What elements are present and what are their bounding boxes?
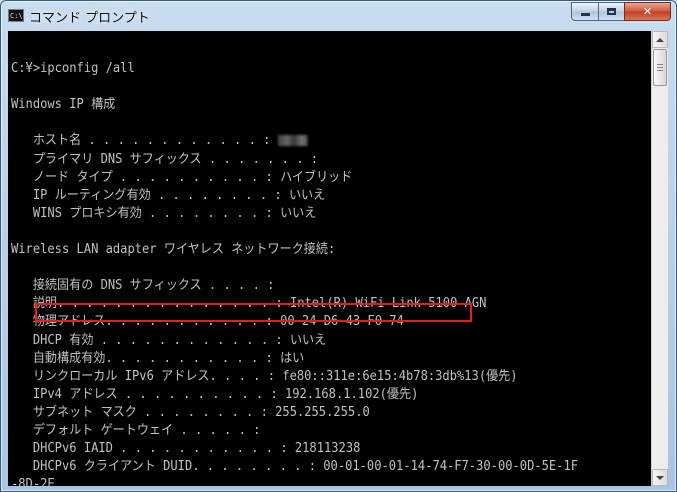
- scrollbar-thumb[interactable]: [653, 49, 667, 86]
- title-bar[interactable]: C:\ コマンド プロンプト ✕: [1, 1, 676, 31]
- console-line: ノード タイプ . . . . . . . . . . : ハイブリッド: [11, 169, 578, 187]
- close-button[interactable]: ✕: [624, 2, 671, 21]
- arrow-up-icon: [656, 37, 664, 42]
- maximize-icon: [607, 8, 616, 15]
- console-line-text: WINS プロキシ有効 . . . . . . . . : いいえ: [11, 205, 317, 221]
- console-line: Wireless LAN adapter ワイヤレス ネットワーク接続:: [11, 241, 578, 259]
- console-line-text: IP ルーティング有効 . . . . . . . . : いいえ: [11, 187, 326, 203]
- console-line: 自動構成有効. . . . . . . . . . . : はい: [11, 350, 578, 368]
- grip-line: [657, 64, 663, 65]
- console-line: DHCPv6 IAID . . . . . . . . . . . : 2181…: [11, 440, 578, 458]
- console-line-text: DHCP 有効 . . . . . . . . . . . . : いいえ: [11, 332, 327, 348]
- scroll-up-button[interactable]: [652, 31, 668, 48]
- console-line: デフォルト ゲートウェイ . . . . . :: [11, 422, 578, 440]
- console-line: DHCPv6 クライアント DUID. . . . . . . . : 00-0…: [11, 458, 578, 476]
- grip-line: [657, 67, 663, 68]
- minimize-button[interactable]: [571, 2, 598, 21]
- close-icon: ✕: [642, 5, 653, 18]
- console-line-text: 接続固有の DNS サフィックス . . . . :: [11, 278, 275, 294]
- console-line: DHCP 有効 . . . . . . . . . . . . : いいえ: [11, 332, 578, 350]
- console-line-text: デフォルト ゲートウェイ . . . . . :: [11, 422, 261, 438]
- console-lines: C:¥>ipconfig /all Windows IP 構成 ホスト名 . . …: [11, 42, 621, 486]
- console-line-text: リンクローカル IPv6 アドレス. . . . : fe80::311e:6e…: [11, 368, 518, 384]
- maximize-button[interactable]: [598, 2, 624, 21]
- console-line: サブネット マスク . . . . . . . . : 255.255.255.…: [11, 404, 578, 422]
- console-line-text: DHCPv6 クライアント DUID. . . . . . . . : 00-0…: [11, 459, 579, 475]
- console-line: C:¥>ipconfig /all: [11, 60, 578, 78]
- console-line-text: Windows IP 構成: [11, 97, 116, 113]
- redacted-hostname: [277, 135, 308, 147]
- console-line: IPv4 アドレス . . . . . . . . . . : 192.168.…: [11, 386, 578, 404]
- console-line-text: ホスト名 . . . . . . . . . . . . :: [11, 133, 271, 149]
- arrow-down-icon: [656, 475, 664, 480]
- console-line: WINS プロキシ有効 . . . . . . . . : いいえ: [11, 205, 578, 223]
- console-app-icon[interactable]: C:\: [8, 9, 24, 22]
- console-line-text: DHCPv6 IAID . . . . . . . . . . . : 2181…: [11, 441, 361, 457]
- console-line-text: -8D-2E: [11, 477, 55, 486]
- caption-buttons: ✕: [571, 2, 671, 21]
- command-prompt-window: C:\ コマンド プロンプト ✕ C:¥>ipconfig /all Window…: [0, 0, 677, 492]
- console-line-text: IPv4 アドレス . . . . . . . . . . : 192.168.…: [11, 386, 419, 402]
- console-line-text: 自動構成有効. . . . . . . . . . . : はい: [11, 350, 305, 366]
- console-line: Windows IP 構成: [11, 96, 578, 114]
- scroll-down-button[interactable]: [652, 469, 668, 486]
- minimize-icon: [580, 13, 590, 16]
- vertical-scrollbar[interactable]: [651, 31, 668, 486]
- console-line-text: プライマリ DNS サフィックス . . . . . . . :: [11, 151, 319, 167]
- console-output[interactable]: C:¥>ipconfig /all Windows IP 構成 ホスト名 . . …: [8, 31, 651, 486]
- physical-address-highlight-box: [35, 303, 472, 322]
- console-line: -8D-2E: [11, 476, 578, 486]
- grip-line: [657, 70, 663, 71]
- console-line-text: ノード タイプ . . . . . . . . . . : ハイブリッド: [11, 169, 353, 185]
- console-line: プライマリ DNS サフィックス . . . . . . . :: [11, 151, 578, 169]
- console-line-text: サブネット マスク . . . . . . . . : 255.255.255.…: [11, 404, 370, 420]
- console-line: ホスト名 . . . . . . . . . . . . :: [11, 132, 578, 150]
- window-title: コマンド プロンプト: [29, 11, 150, 26]
- console-line: リンクローカル IPv6 アドレス. . . . : fe80::311e:6e…: [11, 368, 578, 386]
- console-line-text: Wireless LAN adapter ワイヤレス ネットワーク接続:: [11, 242, 336, 258]
- console-line: 接続固有の DNS サフィックス . . . . :: [11, 277, 578, 295]
- console-line-text: C:¥>ipconfig /all: [11, 61, 135, 77]
- console-line: IP ルーティング有効 . . . . . . . . : いいえ: [11, 187, 578, 205]
